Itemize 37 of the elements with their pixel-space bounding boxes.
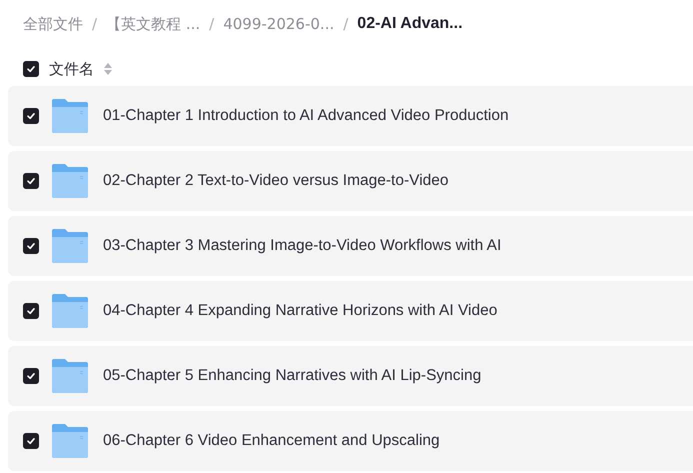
breadcrumb-separator: / xyxy=(209,15,214,33)
folder-row[interactable]: 05-Chapter 5 Enhancing Narratives with AI Lip-Syncing xyxy=(8,346,693,406)
folder-icon xyxy=(52,229,88,263)
folder-row[interactable]: 06-Chapter 6 Video Enhancement and Upscaling xyxy=(8,411,693,471)
folder-icon xyxy=(52,164,88,198)
breadcrumb-link[interactable]: 02-AI Advan... xyxy=(357,15,463,33)
folder-row[interactable]: 04-Chapter 4 Expanding Narrative Horizons with AI Video xyxy=(8,281,693,341)
check-icon[interactable] xyxy=(26,371,36,381)
folder-name[interactable]: 03-Chapter 3 Mastering Image-to-Video Workflows with AI xyxy=(103,237,502,255)
check-icon[interactable] xyxy=(26,241,36,251)
folder-name[interactable]: 02-Chapter 2 Text-to-Video versus Image-to-Video xyxy=(103,172,448,190)
breadcrumb-separator: / xyxy=(92,15,98,33)
folder-icon xyxy=(52,294,88,328)
check-icon[interactable] xyxy=(26,436,36,446)
folder-name[interactable]: 04-Chapter 4 Expanding Narrative Horizons with AI Video xyxy=(103,302,498,320)
folder-name[interactable]: 06-Chapter 6 Video Enhancement and Upscaling xyxy=(103,432,440,450)
folder-icon xyxy=(52,359,88,393)
folder-icon xyxy=(52,99,88,133)
folder-row[interactable]: 01-Chapter 1 Introduction to AI Advanced Video Production xyxy=(8,86,693,146)
check-icon[interactable] xyxy=(26,64,36,74)
folder-name[interactable]: 05-Chapter 5 Enhancing Narratives with AI Lip-Syncing xyxy=(103,367,482,385)
select-all-checkbox[interactable] xyxy=(23,61,39,77)
folder-name[interactable]: 01-Chapter 1 Introduction to AI Advanced Video Production xyxy=(103,107,509,125)
check-icon[interactable] xyxy=(26,176,36,186)
row-checkbox[interactable] xyxy=(23,238,39,254)
breadcrumb-separator: / xyxy=(343,15,348,33)
check-icon[interactable] xyxy=(26,111,36,121)
column-header[interactable]: 文件名 xyxy=(49,60,94,78)
row-checkbox[interactable] xyxy=(23,303,39,319)
row-checkbox[interactable] xyxy=(23,368,39,384)
folder-icon xyxy=(52,424,88,458)
folder-row[interactable]: 02-Chapter 2 Text-to-Video versus Image-to-Video xyxy=(8,151,693,211)
folder-row[interactable]: 03-Chapter 3 Mastering Image-to-Video Workflows with AI xyxy=(8,216,693,276)
row-checkbox[interactable] xyxy=(23,433,39,449)
row-checkbox[interactable] xyxy=(23,108,39,124)
row-checkbox[interactable] xyxy=(23,173,39,189)
check-icon[interactable] xyxy=(26,306,36,316)
